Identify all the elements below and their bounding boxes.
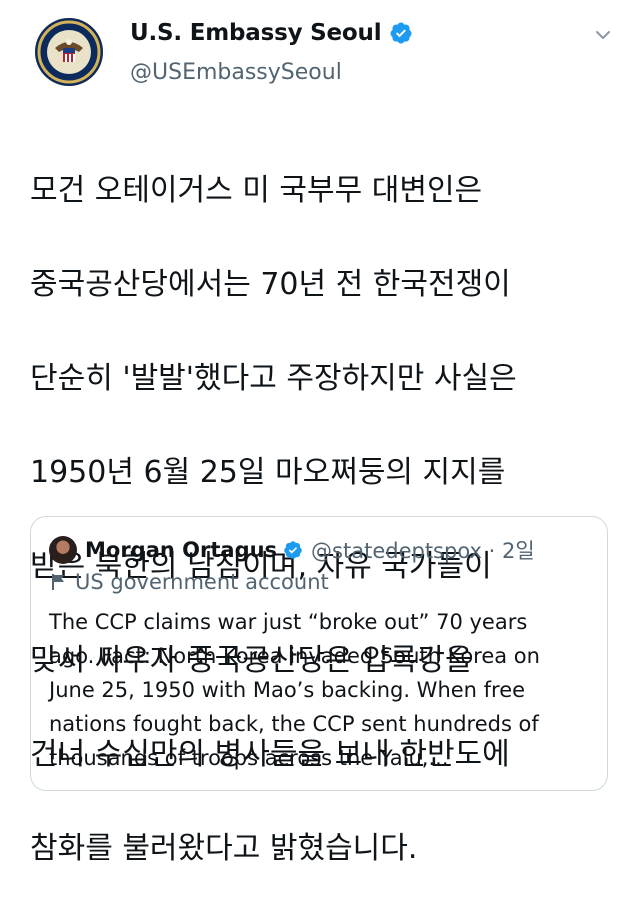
quoted-tweet-header: Morgan Ortagus @statedeptspox · 2일 [49, 535, 535, 565]
quoted-tweet-line: ago. Fact: North Korea invaded South Kor… [49, 644, 540, 668]
tweet-body-line: 모건 오테이거스 미 국부무 대변인은 [30, 173, 483, 208]
author-handle[interactable]: @USEmbassySeoul [130, 60, 342, 85]
government-account-label: US government account [51, 570, 329, 594]
quoted-author-avatar[interactable] [49, 536, 77, 564]
author-name[interactable]: U.S. Embassy Seoul [130, 20, 382, 46]
quoted-tweet-line: June 25, 1950 with Mao’s backing. When f… [49, 678, 526, 702]
embassy-seal-icon[interactable] [35, 18, 103, 86]
quoted-tweet-body: The CCP claims war just “broke out” 70 y… [49, 605, 599, 775]
verified-badge-icon [390, 22, 412, 44]
quoted-author-name[interactable]: Morgan Ortagus [85, 538, 277, 562]
tweet-body-line: 단순히 '발발'했다고 주장하지만 사실은 [30, 361, 517, 396]
quoted-tweet-card[interactable]: Morgan Ortagus @statedeptspox · 2일 US go… [30, 516, 608, 791]
verified-badge-icon [284, 541, 302, 559]
chevron-down-icon[interactable] [594, 26, 612, 44]
quoted-tweet-line: thousands of troops across the Yalu,... [49, 746, 449, 770]
quoted-tweet-line: nations fought back, the CCP sent hundre… [49, 712, 539, 736]
flag-icon [52, 574, 64, 590]
account-label-text: US government account [75, 570, 329, 594]
tweet-body-line: 참화를 불러왔다고 밝혔습니다. [30, 831, 418, 866]
quoted-tweet-line: The CCP claims war just “broke out” 70 y… [49, 610, 528, 634]
quoted-author-handle[interactable]: @statedeptspox · 2일 [311, 535, 535, 565]
tweet-body-line: 1950년 6월 25일 마오쩌둥의 지지를 [30, 455, 506, 490]
tweet-body-line: 중국공산당에서는 70년 전 한국전쟁이 [30, 267, 511, 302]
tweet-header: U.S. Embassy Seoul @USEmbassySeoul [0, 0, 640, 100]
